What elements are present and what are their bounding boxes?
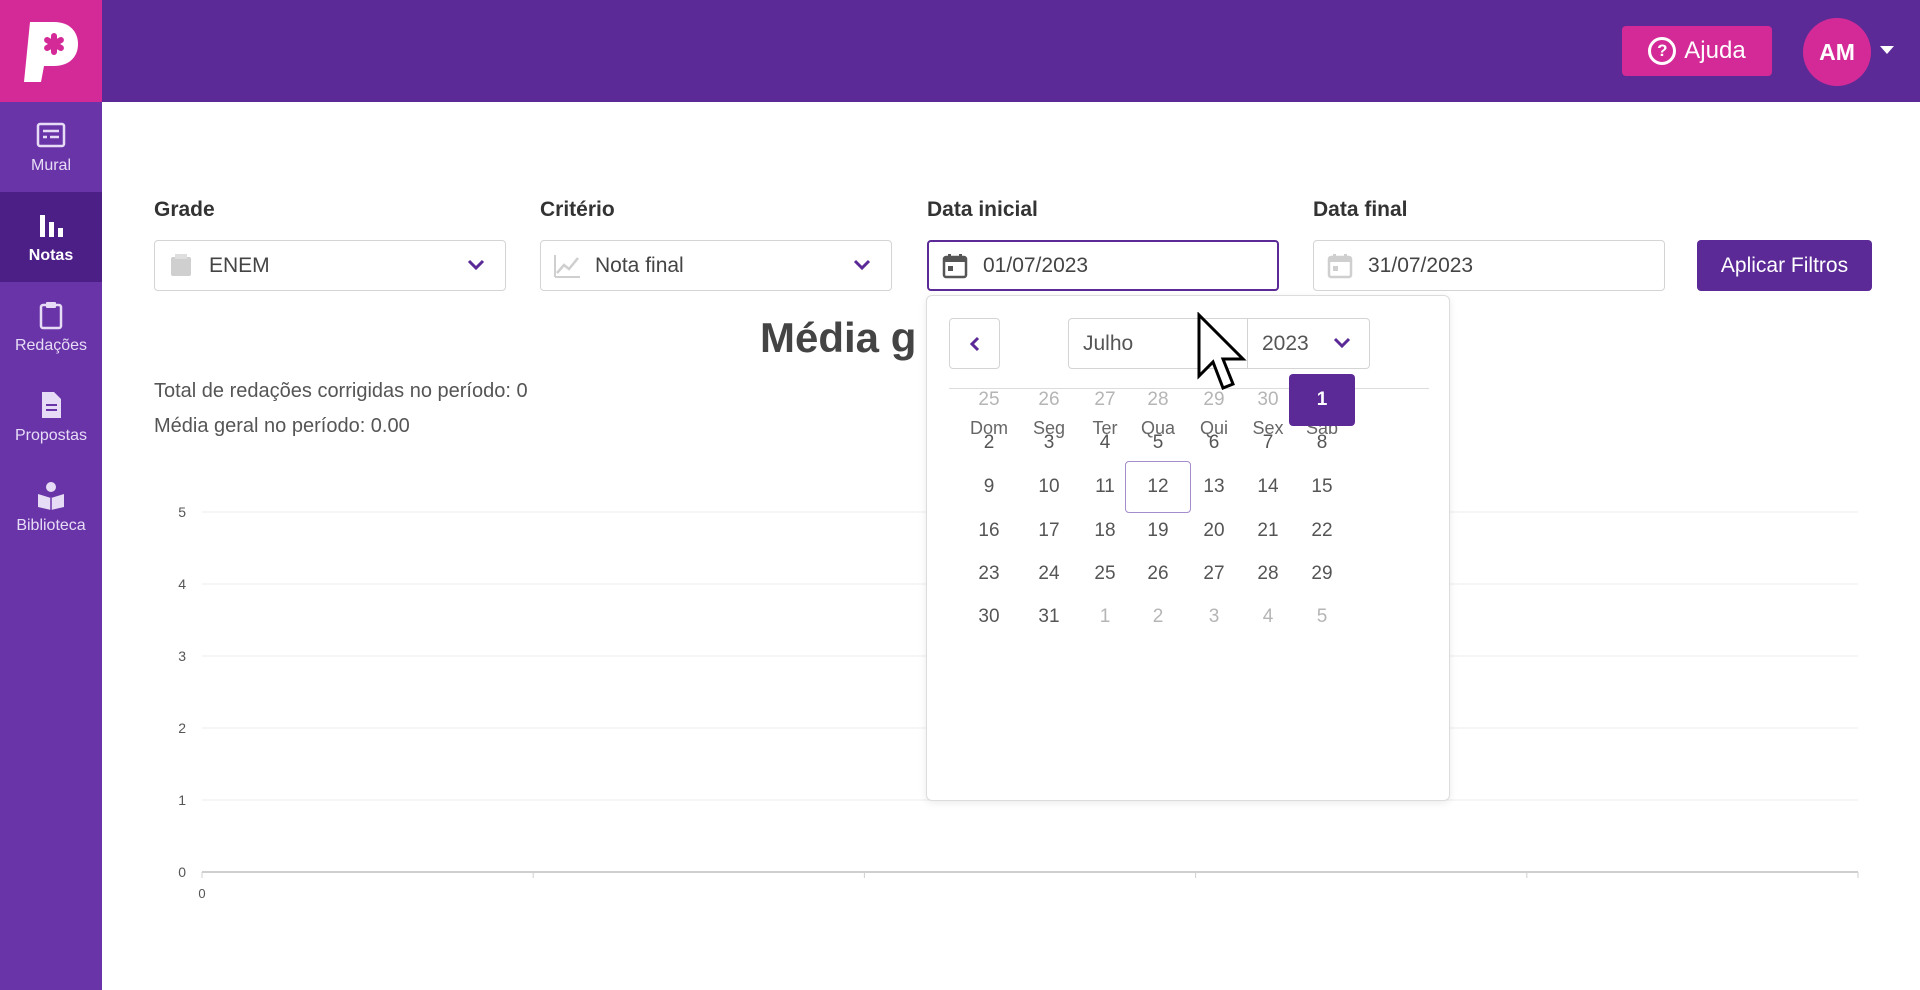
reader-icon (38, 482, 64, 510)
data-inicial-input[interactable]: 01/07/2023 (927, 240, 1279, 291)
board-icon (36, 122, 66, 148)
document-icon (42, 392, 61, 418)
chart-title: Média g (760, 314, 917, 361)
logo[interactable] (0, 0, 102, 102)
clipboard-icon (39, 302, 63, 330)
media-geral-text: Média geral no período: 0.00 (154, 415, 410, 437)
sidebar-item-label: Notas (28, 247, 74, 264)
sidebar-item-mural[interactable]: Mural (0, 102, 102, 192)
year-value: 2023 (1262, 331, 1309, 355)
data-inicial-label: Data inicial (927, 198, 1038, 221)
sidebar-item-notas[interactable]: Notas (0, 192, 102, 282)
data-final-label: Data final (1313, 198, 1408, 221)
sidebar-item-label: Mural (30, 157, 71, 174)
previous-month-button[interactable] (949, 318, 1000, 369)
question-icon: ? (1648, 37, 1677, 65)
chevron-left-icon (969, 336, 979, 351)
criterio-select[interactable]: Nota final (540, 240, 892, 291)
help-button[interactable]: ? Ajuda (1622, 26, 1772, 76)
criterio-value: Nota final (595, 253, 684, 277)
sidebar-item-label: Biblioteca (16, 517, 86, 534)
x-tick-label: 0 (198, 886, 205, 901)
total-redacoes-text: Total de redações corrigidas no período:… (154, 380, 528, 402)
y-tick-label: 3 (178, 648, 186, 664)
grade-select[interactable]: ENEM (154, 240, 506, 291)
sidebar-item-propostas[interactable]: Propostas (0, 372, 102, 462)
grade-label: Grade (154, 198, 215, 221)
calendar-icon (941, 252, 969, 280)
calendar-day[interactable]: 30 (956, 591, 1022, 643)
line-chart-icon (553, 252, 581, 280)
y-tick-label: 0 (178, 864, 186, 880)
y-tick-label: 2 (178, 720, 186, 736)
y-tick-label: 1 (178, 792, 186, 808)
help-label: Ajuda (1684, 37, 1746, 64)
sidebar-item-label: Propostas (14, 427, 88, 444)
apply-filters-button[interactable]: Aplicar Filtros (1697, 240, 1872, 291)
y-tick-label: 5 (178, 504, 186, 520)
y-tick-label: 4 (178, 576, 186, 592)
calendar-day[interactable]: 5 (1289, 591, 1355, 643)
year-select[interactable]: 2023 (1248, 318, 1370, 369)
sidebar-item-label: Redações (14, 337, 88, 354)
calendar-icon (1326, 252, 1354, 280)
criterio-label: Critério (540, 198, 615, 221)
month-select[interactable]: Julho (1068, 318, 1248, 369)
bar-chart-icon (40, 215, 63, 237)
chevron-down-icon (1331, 332, 1353, 360)
grade-value: ENEM (209, 253, 270, 277)
logo-icon (24, 22, 78, 82)
sidebar-item-redacoes[interactable]: Redações (0, 282, 102, 372)
top-bar: ? Ajuda AM (0, 0, 1920, 102)
layers-icon (167, 252, 195, 280)
data-final-value: 31/07/2023 (1368, 253, 1474, 277)
data-inicial-value: 01/07/2023 (983, 253, 1089, 277)
caret-down-icon[interactable] (1880, 46, 1894, 54)
chevron-down-icon (851, 254, 873, 282)
chevron-down-icon (465, 254, 487, 282)
data-final-input[interactable]: 31/07/2023 (1313, 240, 1665, 291)
sidebar: Mural Notas Redações Propostas Bibliotec… (0, 102, 102, 990)
avatar[interactable]: AM (1803, 18, 1871, 86)
date-picker: Julho 2023 Dom Seg Ter Qua Qui Sex Sáb 25 26 27 2… (926, 295, 1450, 801)
sidebar-item-biblioteca[interactable]: Biblioteca (0, 462, 102, 552)
